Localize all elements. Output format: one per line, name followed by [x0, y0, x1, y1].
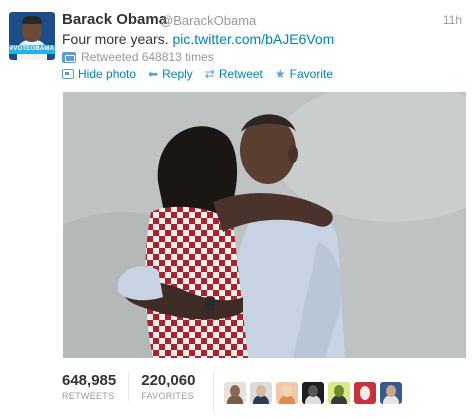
- favorites-count: 220,060: [141, 372, 196, 389]
- author-avatar[interactable]: #VOTEOBAMA: [9, 12, 55, 60]
- retweeter-avatar[interactable]: [250, 382, 273, 404]
- hide-photo-label: Hide photo: [78, 67, 137, 81]
- favorites-stat[interactable]: 220,060 FAVORITES: [128, 372, 207, 401]
- photo-icon: [62, 69, 74, 79]
- star-icon: ★: [274, 67, 286, 81]
- author-name[interactable]: Barack Obama: [62, 11, 167, 28]
- tweet-stats: 648,985 RETWEETS 220,060 FAVORITES: [62, 372, 403, 412]
- retweeter-avatars: [224, 382, 403, 404]
- tweet-actions: Hide photo ⬅ Reply ⇄ Retweet ★ Favorite: [62, 67, 345, 81]
- tweet-photo[interactable]: [63, 92, 466, 358]
- retweeter-avatar[interactable]: [276, 382, 299, 404]
- author-handle[interactable]: @BarackObama: [160, 13, 256, 28]
- retweet-icon: ⇄: [204, 67, 215, 81]
- retweeter-avatar[interactable]: [302, 382, 325, 404]
- reply-label: Reply: [162, 67, 193, 81]
- retweet-info-icon: [62, 51, 76, 63]
- avatar-banner: #VOTEOBAMA: [9, 45, 55, 54]
- favorites-label: FAVORITES: [141, 391, 194, 401]
- photo-illustration: [63, 92, 466, 358]
- tweet-text-body: Four more years.: [62, 31, 173, 47]
- reply-button[interactable]: ⬅ Reply: [148, 67, 193, 81]
- stats-divider: [213, 372, 215, 412]
- reply-icon: ⬅: [148, 67, 159, 81]
- retweeted-count-text: Retweeted 648813 times: [81, 50, 214, 64]
- retweeter-avatar[interactable]: [354, 382, 377, 404]
- retweeter-avatar[interactable]: [328, 382, 351, 404]
- tweet-timestamp[interactable]: 11h: [443, 13, 462, 27]
- retweeter-avatar[interactable]: [380, 382, 403, 404]
- favorite-button[interactable]: ★ Favorite: [275, 67, 333, 81]
- retweeter-avatar[interactable]: [224, 382, 247, 404]
- retweets-stat[interactable]: 648,985 RETWEETS: [62, 372, 128, 401]
- retweet-label: Retweet: [218, 67, 263, 81]
- favorite-label: Favorite: [289, 67, 334, 81]
- hide-photo-button[interactable]: Hide photo: [62, 67, 136, 81]
- retweets-label: RETWEETS: [62, 391, 115, 401]
- retweet-button[interactable]: ⇄ Retweet: [205, 67, 263, 81]
- avatar-hair: [22, 16, 42, 24]
- tweet-photo-link[interactable]: pic.twitter.com/bAJE6Vom: [172, 31, 334, 47]
- retweeted-info: Retweeted 648813 times: [62, 50, 214, 64]
- retweets-count: 648,985: [62, 372, 117, 389]
- tweet-text: Four more years. pic.twitter.com/bAJE6Vo…: [62, 31, 334, 47]
